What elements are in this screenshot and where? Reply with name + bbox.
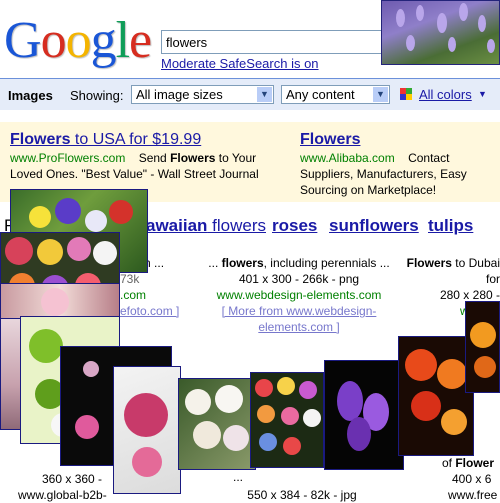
- more-from-link[interactable]: efoto.com ]: [120, 303, 202, 319]
- result-desc: ... flowers, including perennials ...: [208, 256, 390, 270]
- ad-title-link[interactable]: Flowers to USA for $19.99: [10, 130, 280, 150]
- search-input[interactable]: [161, 30, 391, 54]
- result-url[interactable]: www.webdesign-elements.com: [202, 287, 396, 303]
- purple-crocus-thumbnail[interactable]: [324, 360, 404, 470]
- result-desc: of Flower: [442, 456, 495, 470]
- logo-letter: G: [4, 12, 42, 69]
- result-desc: Flowers to Dubai for: [406, 256, 500, 286]
- related-tulips[interactable]: tulips: [428, 216, 473, 236]
- ad-url: www.ProFlowers.com: [10, 151, 126, 165]
- chevron-down-icon[interactable]: ▼: [257, 87, 272, 102]
- all-colors-link[interactable]: All colors: [419, 87, 472, 102]
- result-url[interactable]: www.free: [448, 487, 500, 503]
- google-logo[interactable]: Google: [4, 10, 152, 72]
- chevron-down-icon[interactable]: ▼: [478, 89, 487, 99]
- image-size-select[interactable]: All image sizes ▼: [131, 85, 274, 104]
- logo-letter: o: [40, 12, 67, 69]
- orange-flower-thumbnail[interactable]: [465, 301, 500, 393]
- ad-url: www.Alibaba.com: [300, 151, 395, 165]
- related-sunflowers[interactable]: sunflowers: [329, 216, 419, 236]
- result-size: 73k: [120, 272, 140, 286]
- result-size: 550 x 384 - 82k - jpg: [247, 488, 357, 502]
- content-type-select[interactable]: Any content ▼: [281, 85, 390, 104]
- content-type-value: Any content: [286, 87, 355, 102]
- related-roses[interactable]: roses: [272, 216, 317, 236]
- ad-title-link[interactable]: Flowers: [300, 130, 500, 150]
- showing-label: Showing:: [70, 88, 124, 103]
- result-url[interactable]: .com: [120, 287, 202, 303]
- ad-alibaba: Flowers www.Alibaba.com Contact Supplier…: [300, 130, 500, 198]
- section-label: Images: [8, 88, 53, 103]
- related-hawaiian-flowers[interactable]: awaiian flowers: [146, 216, 266, 236]
- result-caption: ... flowers, including perennials ... 40…: [202, 255, 396, 335]
- chevron-down-icon[interactable]: ▼: [373, 87, 388, 102]
- beaded-flower-thumbnail[interactable]: [113, 366, 181, 494]
- result-caption: 360 x 360 -: [42, 471, 122, 487]
- result-size: 360 x 360 -: [42, 472, 103, 486]
- logo-letter: e: [129, 12, 152, 69]
- logo-letter: g: [90, 12, 117, 69]
- result-ellipsis: ...: [232, 470, 243, 484]
- safesearch-link[interactable]: Moderate SafeSearch is on: [161, 56, 319, 71]
- lavender-thumbnail[interactable]: [381, 0, 500, 65]
- result-size: 400 x 6: [452, 472, 492, 486]
- result-size: 401 x 300 - 266k - png: [238, 272, 360, 286]
- more-from-link[interactable]: [ More from www.webdesign-elements.com ]: [202, 303, 396, 335]
- image-size-value: All image sizes: [136, 87, 223, 102]
- logo-letter: o: [65, 12, 92, 69]
- logo-letter: l: [115, 12, 130, 69]
- flower-grid-thumbnail[interactable]: [250, 372, 324, 468]
- color-grid-icon[interactable]: [400, 88, 412, 100]
- white-roses-thumbnail[interactable]: [178, 378, 256, 470]
- red-orange-flowers-thumbnail[interactable]: [398, 336, 474, 456]
- ad-proflowers: Flowers to USA for $19.99 www.ProFlowers…: [10, 130, 280, 182]
